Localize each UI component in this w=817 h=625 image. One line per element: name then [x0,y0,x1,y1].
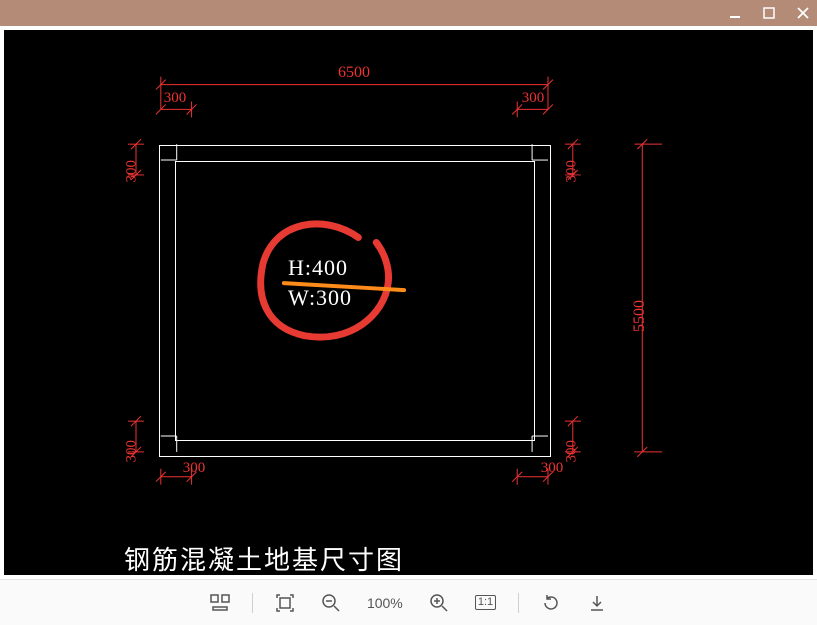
toolbar-divider-2 [518,593,519,613]
dim-edge-right-bottom: 300 [564,440,581,463]
dim-edge-right-top: 300 [564,160,581,183]
dim-overall-width: 6500 [338,64,370,82]
fit-screen-button[interactable] [271,589,299,617]
toolbar-divider [252,593,253,613]
rotate-button[interactable] [537,589,565,617]
actual-size-button[interactable]: 1:1 [471,591,500,614]
viewer-canvas-frame: 6500 300 300 300 300 300 300 300 300 550… [0,26,817,579]
dim-overall-height: 5500 [631,300,649,332]
close-button[interactable] [795,5,811,21]
maximize-button[interactable] [761,5,777,21]
dim-edge-bottom-left: 300 [183,460,206,477]
dim-edge-left-bottom: 300 [124,440,141,463]
window-titlebar [0,0,817,26]
drawing-canvas[interactable]: 6500 300 300 300 300 300 300 300 300 550… [4,30,813,575]
zoom-level-label: 100% [363,595,407,611]
zoom-in-button[interactable] [425,589,453,617]
dim-edge-top-left: 300 [164,90,187,107]
minimize-button[interactable] [727,5,743,21]
thumbnails-button[interactable] [206,590,234,616]
foundation-inner-rect [175,161,535,441]
dim-edge-left-top: 300 [124,160,141,183]
beam-height-label: H:400 [288,255,348,281]
dim-edge-bottom-right: 300 [541,460,564,477]
beam-width-label: W:300 [288,285,352,311]
viewer-toolbar: 100% 1:1 [0,579,817,625]
drawing-caption: 钢筋混凝土地基尺寸图 [124,540,404,575]
download-button[interactable] [583,589,611,617]
zoom-out-button[interactable] [317,589,345,617]
dim-edge-top-right: 300 [522,90,545,107]
actual-size-label: 1:1 [475,595,496,610]
